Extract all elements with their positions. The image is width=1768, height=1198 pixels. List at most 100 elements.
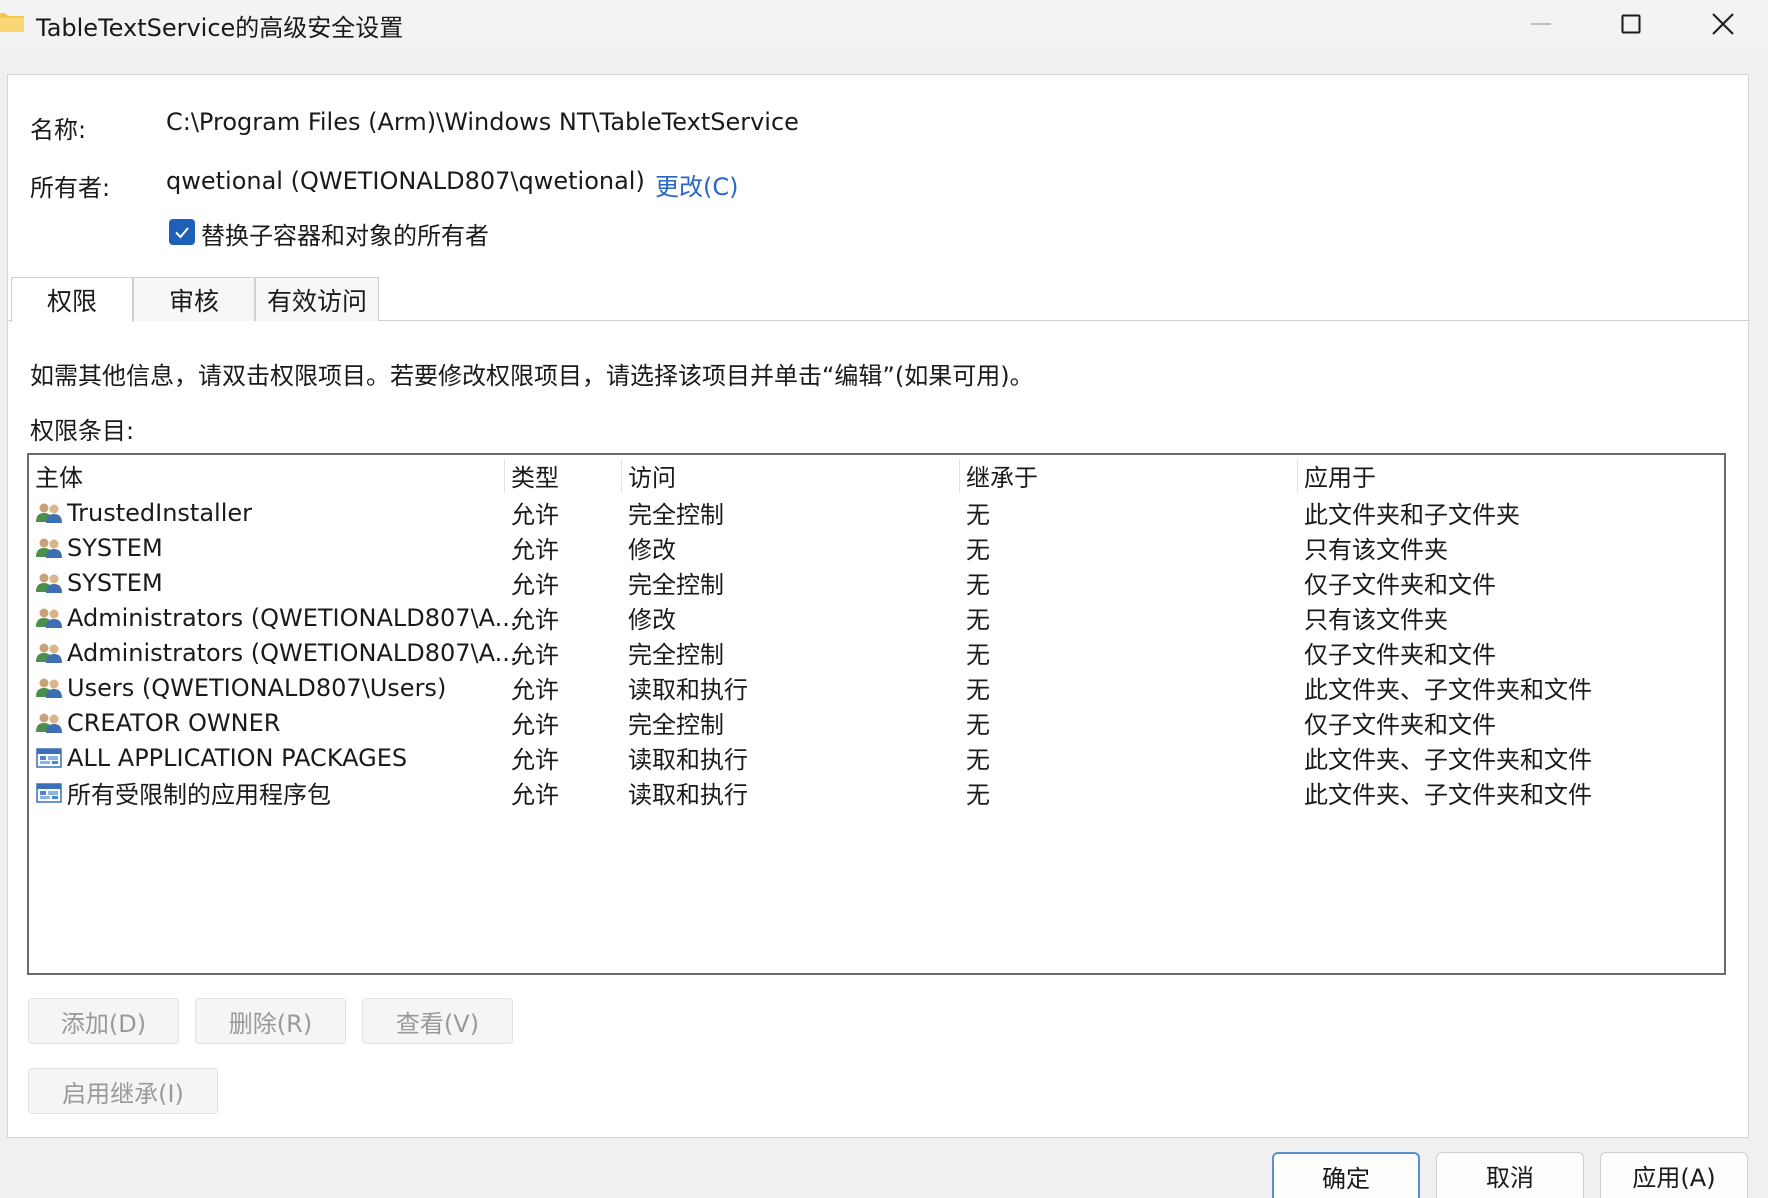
row-access: 完全控制 bbox=[628, 571, 724, 599]
row-type: 允许 bbox=[511, 501, 559, 529]
user-group-icon bbox=[35, 606, 63, 630]
column-header-inherited-from[interactable]: 继承于 bbox=[960, 455, 1297, 495]
row-principal-text: TrustedInstaller bbox=[67, 498, 253, 527]
row-access: 读取和执行 bbox=[628, 781, 748, 809]
row-access: 完全控制 bbox=[628, 711, 724, 739]
check-icon bbox=[175, 227, 189, 239]
table-row[interactable]: CREATOR OWNER 允许 完全控制 无 仅子文件夹和文件 bbox=[29, 705, 1724, 740]
row-principal-text: Administrators (QWETIONALD807\A... bbox=[67, 638, 518, 667]
row-applies-to: 仅子文件夹和文件 bbox=[1304, 571, 1496, 599]
user-group-icon bbox=[35, 536, 63, 560]
row-principal: ALL APPLICATION PACKAGES bbox=[35, 740, 530, 775]
row-principal-text: SYSTEM bbox=[67, 568, 163, 597]
row-inherited-from: 无 bbox=[966, 641, 990, 669]
maximize-icon bbox=[1621, 14, 1641, 34]
minimize-icon bbox=[1531, 23, 1551, 25]
table-row[interactable]: 所有受限制的应用程序包 允许 读取和执行 无 此文件夹、子文件夹和文件 bbox=[29, 775, 1724, 810]
row-applies-to: 仅子文件夹和文件 bbox=[1304, 641, 1496, 669]
row-principal-text: CREATOR OWNER bbox=[67, 708, 281, 737]
user-group-icon bbox=[35, 571, 63, 595]
view-button[interactable]: 查看(V) bbox=[362, 998, 513, 1044]
row-inherited-from: 无 bbox=[966, 781, 990, 809]
enable-inheritance-button[interactable]: 启用继承(I) bbox=[28, 1068, 218, 1114]
table-row[interactable]: ALL APPLICATION PACKAGES 允许 读取和执行 无 此文件夹、子文件… bbox=[29, 740, 1724, 775]
table-row[interactable]: Administrators (QWETIONALD807\A... 允许 完全控制… bbox=[29, 635, 1724, 670]
user-group-icon bbox=[35, 501, 63, 525]
row-principal: Users (QWETIONALD807\Users) bbox=[35, 670, 530, 705]
row-type: 允许 bbox=[511, 641, 559, 669]
permission-entries-list[interactable]: 主体 类型 访问 继承于 应用于 TrustedInstaller 允许 完全控制无… bbox=[27, 453, 1726, 975]
table-row[interactable]: Users (QWETIONALD807\Users) 允许 读取和执行 无 此文件夹、… bbox=[29, 670, 1724, 705]
remove-button[interactable]: 删除(R) bbox=[195, 998, 346, 1044]
row-type: 允许 bbox=[511, 571, 559, 599]
folder-icon bbox=[0, 13, 24, 32]
title-bar: TableTextService的高级安全设置 bbox=[0, 0, 1768, 48]
app-package-icon bbox=[35, 746, 63, 770]
info-text: 如需其他信息，请双击权限项目。若要修改权限项目，请选择该项目并单击“编辑”(如果… bbox=[30, 362, 1034, 390]
replace-owner-checkbox[interactable] bbox=[169, 219, 195, 245]
tab-effective-access[interactable]: 有效访问 bbox=[255, 277, 379, 321]
column-header-applies-to[interactable]: 应用于 bbox=[1298, 455, 1718, 495]
row-principal-text: Users (QWETIONALD807\Users) bbox=[67, 673, 447, 702]
row-type: 允许 bbox=[511, 711, 559, 739]
row-inherited-from: 无 bbox=[966, 606, 990, 634]
close-icon bbox=[1712, 13, 1734, 35]
row-principal: 所有受限制的应用程序包 bbox=[35, 775, 530, 810]
cancel-button[interactable]: 取消 bbox=[1436, 1152, 1584, 1198]
user-group-icon bbox=[35, 711, 63, 735]
minimize-button[interactable] bbox=[1496, 0, 1586, 48]
table-row[interactable]: Administrators (QWETIONALD807\A... 允许 修改 无 只… bbox=[29, 600, 1724, 635]
row-access: 修改 bbox=[628, 606, 676, 634]
permission-entries-label: 权限条目: bbox=[30, 417, 135, 445]
table-row[interactable]: SYSTEM 允许 完全控制 无 仅子文件夹和文件 bbox=[29, 565, 1724, 600]
row-principal-text: 所有受限制的应用程序包 bbox=[67, 781, 331, 809]
replace-owner-label[interactable]: 替换子容器和对象的所有者 bbox=[201, 216, 489, 251]
column-header-principal[interactable]: 主体 bbox=[29, 455, 504, 495]
row-principal-text: ALL APPLICATION PACKAGES bbox=[67, 743, 408, 772]
tab-auditing[interactable]: 审核 bbox=[133, 277, 255, 321]
row-applies-to: 此文件夹、子文件夹和文件 bbox=[1304, 746, 1592, 774]
table-row[interactable]: SYSTEM 允许 修改 无 只有该文件夹 bbox=[29, 530, 1724, 565]
window-title: TableTextService的高级安全设置 bbox=[36, 14, 404, 42]
row-type: 允许 bbox=[511, 536, 559, 564]
table-row[interactable]: TrustedInstaller 允许 完全控制 无 此文件夹和子文件夹 bbox=[29, 495, 1724, 530]
row-access: 完全控制 bbox=[628, 501, 724, 529]
change-owner-link[interactable]: 更改(C) bbox=[655, 167, 738, 202]
row-applies-to: 仅子文件夹和文件 bbox=[1304, 711, 1496, 739]
column-header-access[interactable]: 访问 bbox=[622, 455, 959, 495]
row-inherited-from: 无 bbox=[966, 571, 990, 599]
row-applies-to: 此文件夹和子文件夹 bbox=[1304, 501, 1520, 529]
row-principal-text: SYSTEM bbox=[67, 533, 163, 562]
tab-permissions[interactable]: 权限 bbox=[11, 277, 133, 322]
row-inherited-from: 无 bbox=[966, 536, 990, 564]
row-principal-text: Administrators (QWETIONALD807\A... bbox=[67, 603, 518, 632]
name-label: 名称: bbox=[30, 116, 87, 144]
add-button[interactable]: 添加(D) bbox=[28, 998, 179, 1044]
column-header-type[interactable]: 类型 bbox=[505, 455, 621, 495]
row-applies-to: 只有该文件夹 bbox=[1304, 606, 1448, 634]
row-access: 读取和执行 bbox=[628, 676, 748, 704]
row-inherited-from: 无 bbox=[966, 711, 990, 739]
apply-button[interactable]: 应用(A) bbox=[1600, 1152, 1748, 1198]
row-type: 允许 bbox=[511, 606, 559, 634]
owner-value: qwetional (QWETIONALD807\qwetional) bbox=[166, 167, 645, 195]
row-applies-to: 此文件夹、子文件夹和文件 bbox=[1304, 676, 1592, 704]
row-principal: SYSTEM bbox=[35, 565, 530, 600]
row-access: 完全控制 bbox=[628, 641, 724, 669]
user-group-icon bbox=[35, 641, 63, 665]
row-access: 读取和执行 bbox=[628, 746, 748, 774]
close-button[interactable] bbox=[1678, 0, 1768, 48]
row-inherited-from: 无 bbox=[966, 676, 990, 704]
row-type: 允许 bbox=[511, 746, 559, 774]
app-package-icon bbox=[35, 781, 63, 805]
row-principal: TrustedInstaller bbox=[35, 495, 530, 530]
row-type: 允许 bbox=[511, 781, 559, 809]
row-type: 允许 bbox=[511, 676, 559, 704]
row-principal: SYSTEM bbox=[35, 530, 530, 565]
row-principal: Administrators (QWETIONALD807\A... bbox=[35, 635, 530, 670]
ok-button[interactable]: 确定 bbox=[1272, 1152, 1420, 1198]
maximize-button[interactable] bbox=[1586, 0, 1676, 48]
row-principal: CREATOR OWNER bbox=[35, 705, 530, 740]
row-access: 修改 bbox=[628, 536, 676, 564]
owner-label: 所有者: bbox=[30, 174, 111, 202]
